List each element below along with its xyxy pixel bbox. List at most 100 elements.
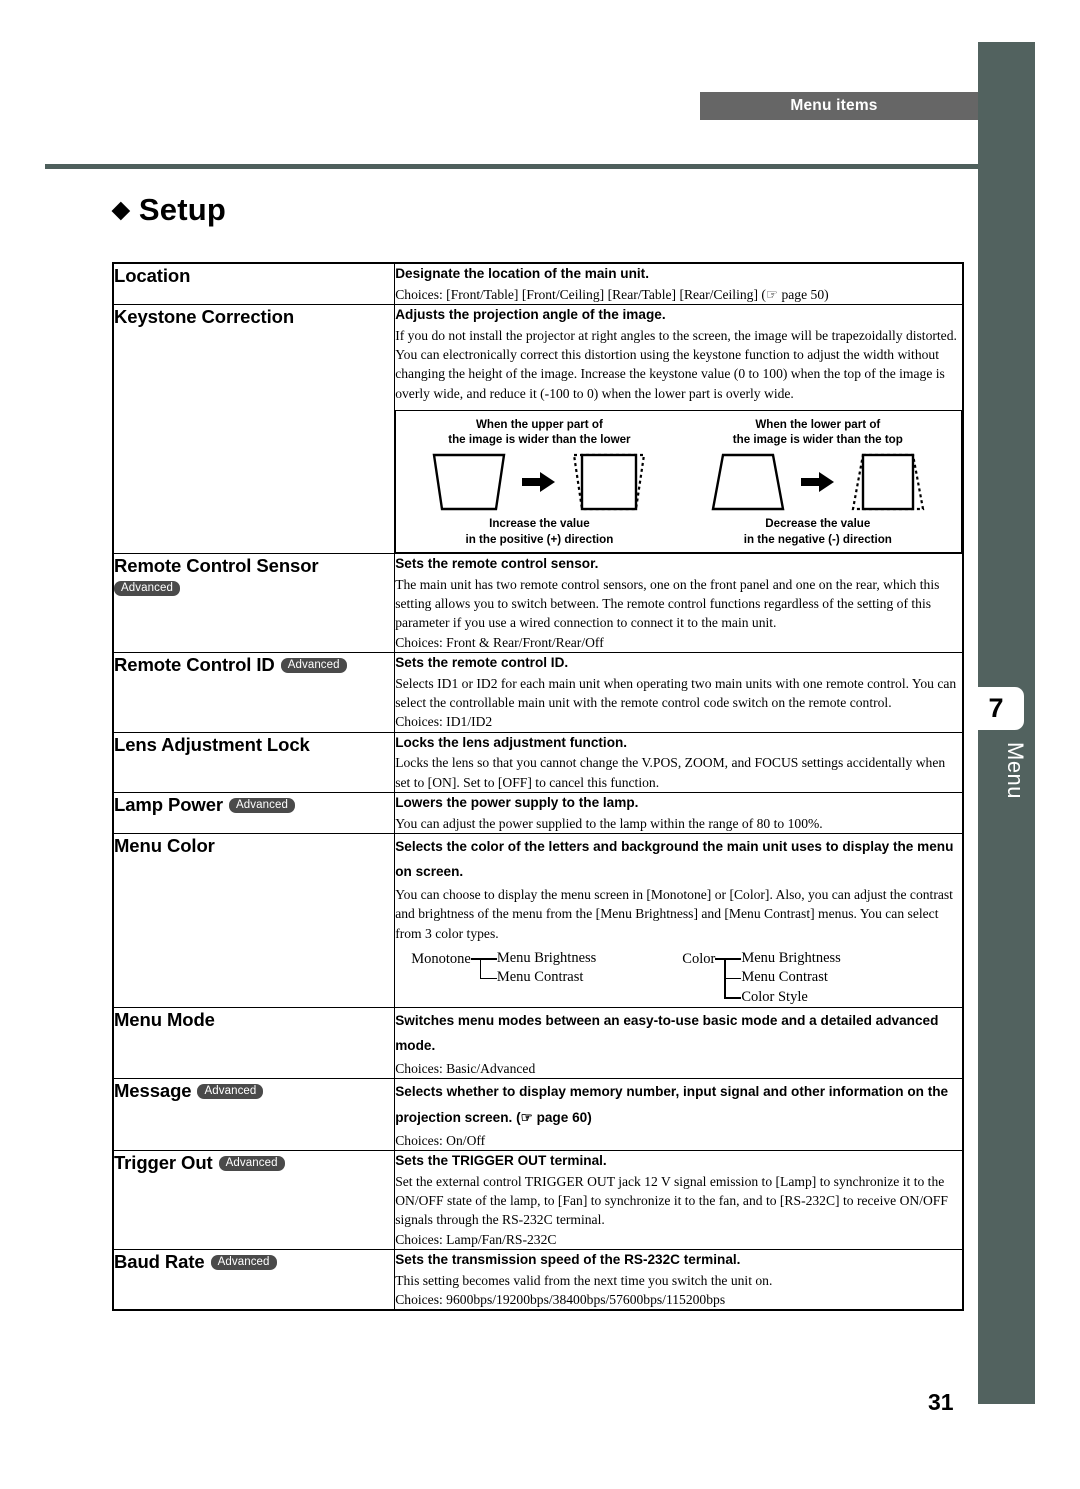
description-heading: Sets the remote control sensor. — [395, 556, 599, 572]
chapter-label: Menu — [1003, 742, 1028, 800]
setting-name-cell: Lens Adjustment Lock — [113, 731, 396, 793]
setting-name: Menu Color — [114, 834, 215, 856]
table-row: Lamp Power Advanced Lowers the power suppl… — [113, 791, 963, 834]
setting-name-cell: Trigger Out Advanced — [113, 1150, 396, 1250]
description-paragraph: Locks the lens so that you cannot change… — [395, 755, 946, 790]
setting-description-cell: Lowers the power supply to the lamp. You … — [394, 791, 963, 834]
tree-child-label: Menu Brightness — [496, 950, 597, 967]
setting-name: Keystone Correction — [114, 306, 295, 327]
description-heading: Locks the lens adjustment function. — [395, 734, 628, 750]
description-heading: Switches menu modes between an easy-to-u… — [395, 1012, 939, 1054]
table-row: Location Designate the location of the ma… — [113, 262, 963, 305]
tree-branch-lines — [470, 949, 497, 1007]
tree-group: Monotone Menu Brightness Menu Contrast — [411, 949, 596, 1007]
figure-shapes — [400, 451, 678, 513]
tree-children: Menu Brightness Menu Contrast Color Style — [741, 949, 840, 1007]
setting-description-cell: Selects whether to display memory number… — [394, 1078, 963, 1152]
setting-description-cell: Adjusts the projection angle of the imag… — [394, 303, 963, 555]
tree-child-label: Menu Contrast — [496, 969, 584, 986]
keystone-figure-lower-case: When the lower part of the image is wider… — [679, 417, 957, 547]
right-arrow-icon — [800, 472, 834, 493]
setup-menu-table-body: Location Designate the location of the ma… — [113, 262, 963, 1311]
right-arrow-icon — [522, 472, 556, 493]
description-paragraph: The main unit has two remote control sen… — [395, 576, 940, 631]
figure-caption-top: When the lower part of the image is wider… — [732, 417, 903, 447]
setting-name: Location — [114, 265, 191, 286]
description-heading: Lowers the power supply to the lamp. — [395, 794, 639, 810]
rectangle-corrected-icon — [851, 454, 925, 511]
header-section-tab: Menu items — [700, 92, 978, 120]
trapezoid-top-wide-icon — [433, 454, 506, 511]
figure-caption-bottom: Increase the value in the positive (+) di… — [465, 517, 614, 546]
setting-name-cell: Message Advanced — [113, 1078, 396, 1152]
setting-description-cell: Designate the location of the main unit.… — [394, 262, 963, 305]
keystone-figure-upper-case: When the upper part of the image is wider… — [400, 417, 678, 547]
setting-description-cell: Selects the color of the letters and bac… — [394, 832, 963, 1008]
description-heading: Sets the remote control ID. — [395, 654, 569, 670]
setting-name-cell: Remote Control ID Advanced — [113, 651, 396, 733]
description-paragraph: You can adjust the power supplied to the… — [395, 815, 823, 831]
setting-name-cell: Remote Control Sensor Advanced — [113, 553, 396, 653]
setting-name-cell: Location — [113, 262, 396, 305]
setting-name-cell: Lamp Power Advanced — [113, 791, 396, 834]
description-paragraph: You can choose to display the menu scree… — [395, 887, 953, 941]
tree-branch-lines — [715, 949, 742, 1007]
setting-name: Remote Control Sensor — [114, 555, 319, 577]
table-row: Remote Control Sensor Advanced Sets the re… — [113, 553, 963, 653]
rectangle-corrected-icon — [573, 454, 646, 511]
chapter-number: 7 — [988, 693, 1004, 723]
page-title-text: Setup — [138, 192, 227, 227]
setting-name: Menu Mode — [114, 1008, 215, 1030]
tree-child-label: Menu Brightness — [741, 950, 841, 967]
table-row: Lens Adjustment Lock Locks the lens adjus… — [113, 731, 963, 793]
page-title: ◆ Setup — [112, 192, 226, 228]
setting-name: Baud Rate — [114, 1250, 205, 1272]
tree-root-label: Color — [682, 951, 716, 968]
setting-name-cell: Menu Color — [113, 832, 396, 1008]
description-paragraph: This setting becomes valid from the next… — [395, 1272, 773, 1288]
description-paragraph: Choices: Lamp/Fan/RS-232C — [395, 1231, 557, 1247]
description-paragraph: Set the external control TRIGGER OUT jac… — [395, 1173, 948, 1228]
description-paragraph: If you do not install the projector at r… — [395, 327, 957, 401]
chapter-side-bar: 7 Menu — [968, 42, 1035, 1404]
figure-shapes — [679, 451, 957, 513]
setting-name-cell: Baud Rate Advanced — [113, 1248, 396, 1311]
chapter-number-tab: 7 — [968, 687, 1024, 730]
table-row: Keystone Correction Adjusts the projectio… — [113, 303, 963, 555]
description-paragraph: Choices: [Front/Table] [Front/Ceiling] [… — [395, 286, 829, 302]
advanced-badge: Advanced — [197, 1084, 264, 1100]
setting-description-cell: Switches menu modes between an easy-to-u… — [394, 1006, 963, 1080]
description-heading: Designate the location of the main unit. — [395, 266, 649, 281]
setting-description-cell: Sets the TRIGGER OUT terminal. Set the ex… — [394, 1150, 963, 1250]
setting-name-cell: Menu Mode — [113, 1006, 396, 1080]
description-heading: Sets the TRIGGER OUT terminal. — [395, 1153, 607, 1169]
table-row: Baud Rate Advanced Sets the transmission s… — [113, 1248, 963, 1311]
keystone-figure: When the upper part of the image is wider… — [395, 409, 962, 554]
tree-child-label: Menu Contrast — [741, 969, 828, 986]
setting-name: Remote Control ID — [114, 653, 275, 675]
setting-name: Lens Adjustment Lock — [114, 733, 310, 755]
advanced-badge: Advanced — [229, 797, 295, 813]
table-row: Menu Mode Switches menu modes between an … — [113, 1006, 963, 1080]
menu-color-tree: Monotone Menu Brightness Menu Contrast Co… — [395, 949, 962, 1007]
description-heading: Selects the color of the letters and bac… — [395, 838, 954, 879]
setting-name: Trigger Out — [114, 1152, 213, 1174]
tree-group: Color Menu Brightness Menu Contrast Color … — [682, 949, 841, 1007]
description-heading: Selects whether to display memory number… — [395, 1084, 949, 1125]
setting-name: Message — [114, 1080, 192, 1102]
setting-name: Lamp Power — [114, 793, 223, 815]
setting-description-cell: Sets the remote control sensor. The main … — [394, 553, 963, 653]
setting-description-cell: Locks the lens adjustment function. Locks… — [394, 731, 963, 793]
description-paragraph: Selects ID1 or ID2 for each main unit wh… — [395, 675, 957, 710]
table-row: Trigger Out Advanced Sets the TRIGGER OUT … — [113, 1150, 963, 1250]
description-paragraph: Choices: Basic/Advanced — [395, 1061, 536, 1077]
table-row: Message Advanced Selects whether to displa… — [113, 1078, 963, 1152]
description-heading: Adjusts the projection angle of the imag… — [395, 307, 666, 322]
description-paragraph: Choices: 9600bps/19200bps/38400bps/57600… — [395, 1291, 726, 1307]
page-number: 31 — [928, 1389, 954, 1415]
tree-root-label: Monotone — [411, 951, 471, 968]
advanced-badge: Advanced — [114, 581, 180, 597]
trapezoid-bottom-wide-icon — [711, 454, 785, 511]
header-rule — [45, 164, 978, 169]
diamond-bullet-icon: ◆ — [112, 196, 130, 222]
